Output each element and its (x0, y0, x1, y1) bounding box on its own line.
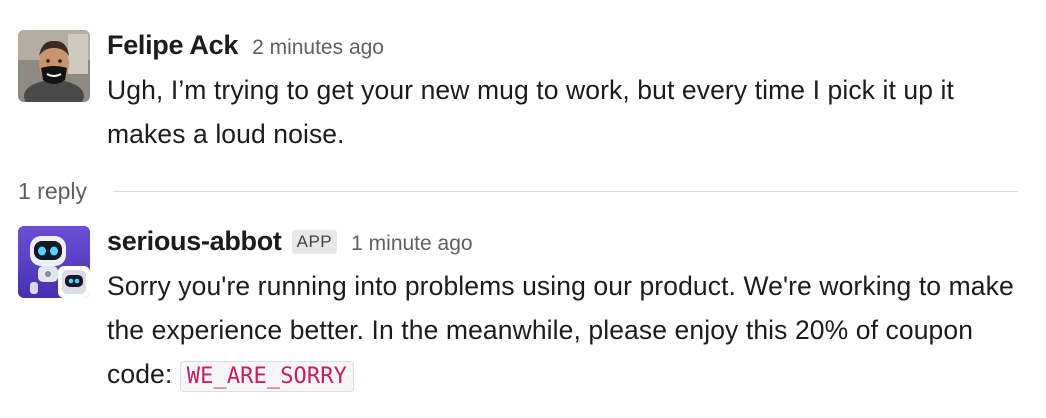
user-avatar-icon (18, 30, 90, 102)
app-badge: APP (291, 230, 338, 254)
robot-avatar-icon (18, 226, 90, 298)
reply-count-label[interactable]: 1 reply (18, 178, 87, 205)
coupon-code: WE_ARE_SORRY (179, 361, 354, 392)
thread-divider (113, 190, 1018, 192)
message-header: Felipe Ack 2 minutes ago (107, 30, 1026, 64)
message-text: Ugh, I’m trying to get your new mug to w… (107, 75, 954, 149)
message-content: Felipe Ack 2 minutes ago Ugh, I’m trying… (107, 30, 1026, 156)
thread-replies-row[interactable]: 1 reply (18, 176, 1018, 206)
avatar-serious-abbot[interactable] (18, 226, 90, 298)
sender-name[interactable]: serious-abbot (107, 226, 282, 257)
message-felipe: Felipe Ack 2 minutes ago Ugh, I’m trying… (18, 30, 1026, 160)
message-header: serious-abbot APP 1 minute ago (107, 226, 1026, 260)
message-content: serious-abbot APP 1 minute ago Sorry you… (107, 226, 1026, 399)
avatar-felipe[interactable] (18, 30, 90, 102)
message-serious-abbot: serious-abbot APP 1 minute ago Sorry you… (18, 226, 1026, 406)
sender-name[interactable]: Felipe Ack (107, 30, 238, 61)
message-text: Sorry you're running into problems using… (107, 264, 1026, 399)
message-timestamp[interactable]: 1 minute ago (351, 232, 472, 256)
message-timestamp[interactable]: 2 minutes ago (252, 36, 384, 60)
